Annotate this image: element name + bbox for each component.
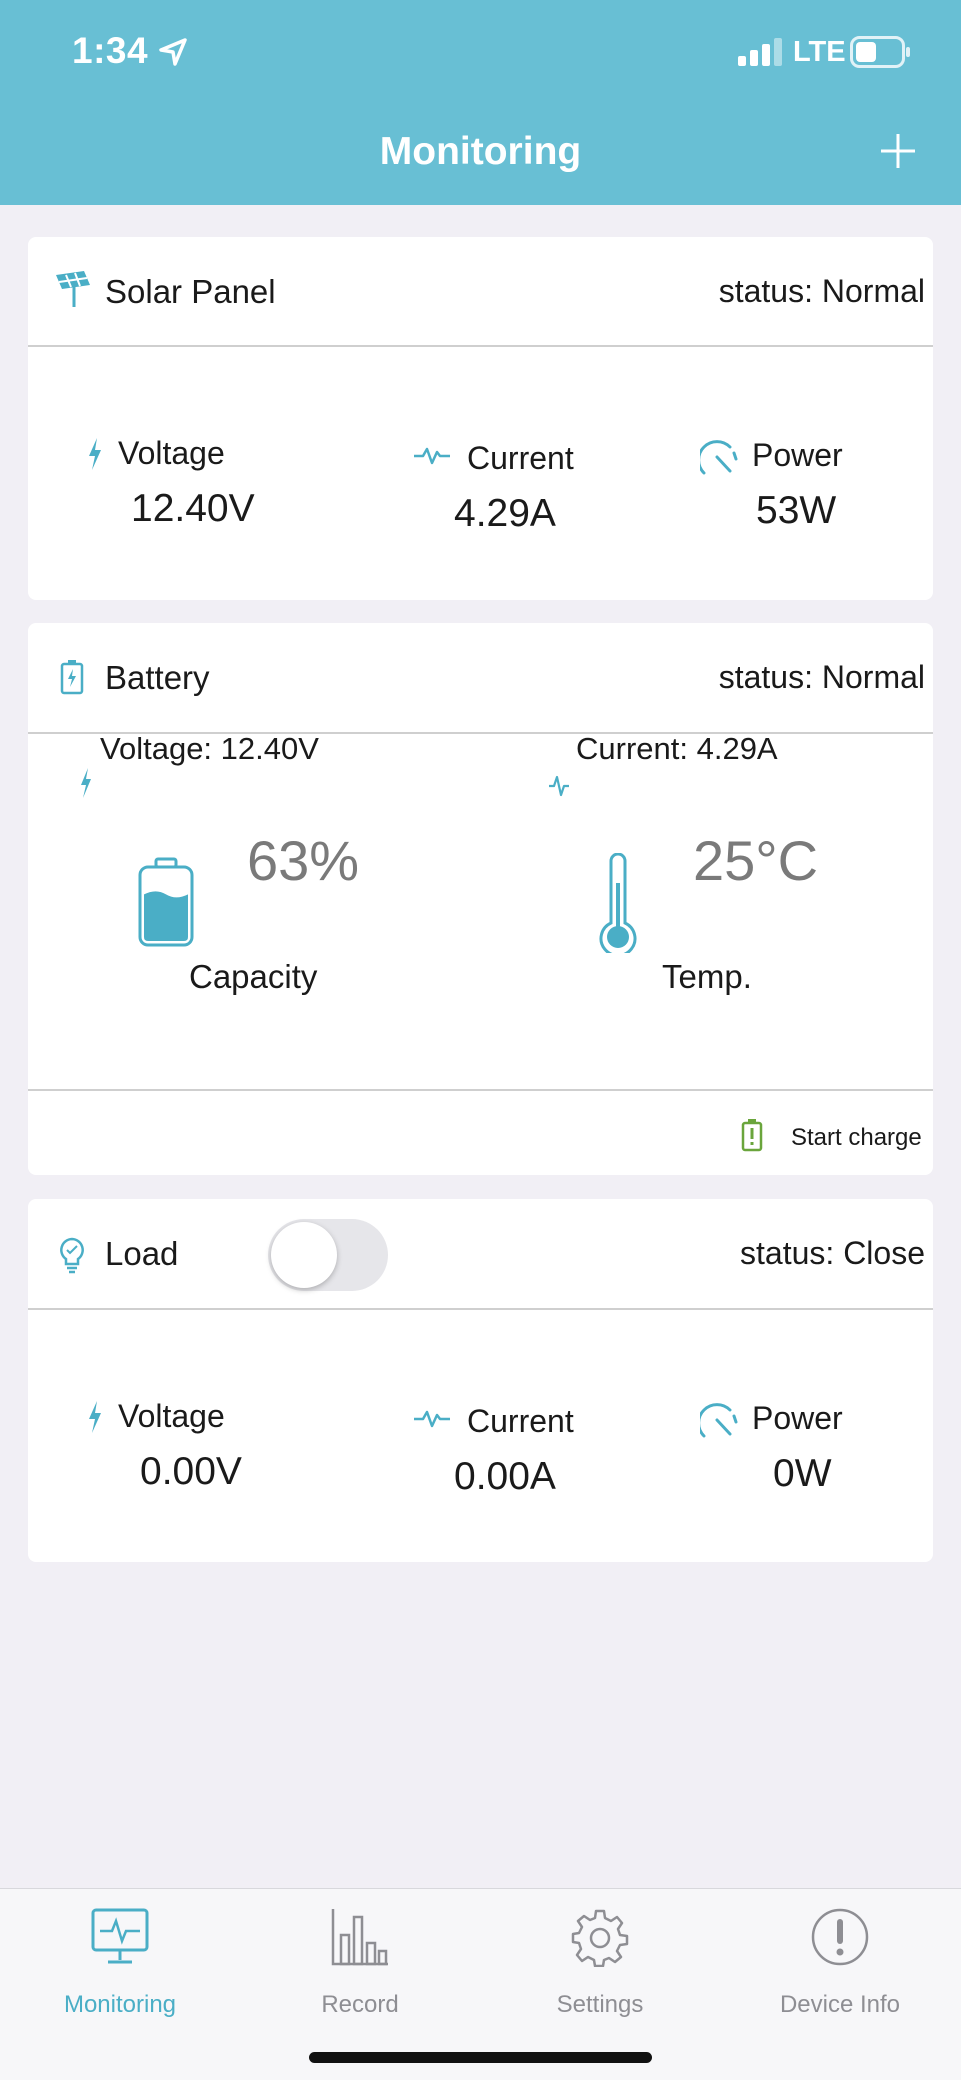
- solar-current-label: Current: [467, 440, 574, 476]
- monitor-icon: [91, 1908, 149, 1964]
- battery-title: Battery: [105, 659, 210, 696]
- solar-panel-card: Solar Panel status: Normal Voltage 12.40…: [28, 237, 933, 600]
- page-title: Monitoring: [379, 130, 582, 173]
- tab-device-info-label: Device Info: [779, 1991, 901, 2018]
- capacity-label: Capacity: [189, 958, 318, 995]
- battery-status: status: Normal: [718, 659, 925, 695]
- lightning-icon: [81, 768, 91, 798]
- temp-label: Temp.: [662, 958, 752, 995]
- solar-panel-status: status: Normal: [718, 273, 925, 309]
- cellular-signal-icon: [738, 38, 782, 66]
- tab-settings-label: Settings: [556, 1991, 644, 2018]
- load-title: Load: [105, 1235, 179, 1272]
- start-charge-label: Start charge: [791, 1124, 922, 1151]
- solar-voltage-label: Voltage: [118, 435, 225, 471]
- pulse-icon: [549, 775, 569, 797]
- gauge-icon: [700, 1403, 738, 1438]
- gear-icon: [571, 1909, 629, 1967]
- light-bulb-icon: [60, 1237, 84, 1274]
- divider: [28, 1089, 933, 1091]
- pulse-icon: [414, 447, 450, 465]
- network-type: LTE: [793, 36, 846, 68]
- status-time: 1:34: [72, 30, 149, 71]
- load-card: Load status: Close Voltage 0.00V Current…: [28, 1199, 933, 1562]
- solar-panel-icon: [56, 271, 90, 307]
- thermometer-icon: [599, 853, 637, 953]
- start-charge-button[interactable]: Start charge: [711, 1118, 922, 1158]
- tab-monitoring-label: Monitoring: [63, 1991, 177, 2018]
- status-bar: 1:34 LTE: [0, 0, 961, 110]
- battery-capacity-value: 63%: [247, 829, 360, 892]
- battery-current-text: Current: 4.29A: [576, 731, 778, 766]
- app-header: 1:34 LTE Monitoring: [0, 0, 961, 205]
- home-indicator[interactable]: [309, 2052, 652, 2063]
- tab-record[interactable]: Record: [240, 1907, 480, 2027]
- battery-charging-icon: [60, 660, 84, 695]
- solar-power-value: 53W: [756, 489, 837, 532]
- battery-header: Battery status: Normal: [28, 623, 933, 734]
- battery-card: Battery status: Normal Voltage: 12.40V C…: [28, 623, 933, 1175]
- load-current-label: Current: [467, 1403, 574, 1439]
- pulse-icon: [414, 1410, 450, 1428]
- solar-current-value: 4.29A: [454, 492, 556, 535]
- location-arrow-icon: [159, 38, 187, 66]
- tab-monitoring[interactable]: Monitoring: [0, 1907, 240, 2027]
- charge-battery-icon: [741, 1119, 763, 1152]
- lightning-icon: [89, 1401, 101, 1433]
- solar-power-label: Power: [752, 437, 843, 473]
- load-status: status: Close: [740, 1235, 925, 1271]
- bar-chart-icon: [331, 1909, 388, 1966]
- battery-voltage-text: Voltage: 12.40V: [100, 731, 319, 766]
- phone-battery-icon: [850, 36, 910, 68]
- info-icon: [811, 1908, 869, 1966]
- load-power-label: Power: [752, 1400, 843, 1436]
- load-current-value: 0.00A: [454, 1455, 556, 1498]
- tab-device-info[interactable]: Device Info: [720, 1907, 960, 2027]
- toggle-knob: [271, 1222, 337, 1288]
- battery-temp-value: 25°C: [693, 829, 819, 892]
- add-device-button[interactable]: [878, 131, 918, 171]
- lightning-icon: [89, 438, 101, 470]
- gauge-icon: [700, 440, 738, 475]
- solar-panel-title: Solar Panel: [105, 273, 276, 310]
- load-power-value: 0W: [773, 1452, 832, 1495]
- solar-voltage-value: 12.40V: [131, 487, 255, 530]
- tab-record-label: Record: [321, 1991, 399, 2018]
- load-header: Load status: Close: [28, 1199, 933, 1310]
- battery-level-icon: [138, 857, 194, 947]
- load-toggle[interactable]: [268, 1219, 388, 1291]
- load-voltage-value: 0.00V: [140, 1450, 242, 1493]
- load-voltage-label: Voltage: [118, 1398, 225, 1434]
- tab-settings[interactable]: Settings: [480, 1907, 720, 2027]
- solar-panel-header: Solar Panel status: Normal: [28, 237, 933, 347]
